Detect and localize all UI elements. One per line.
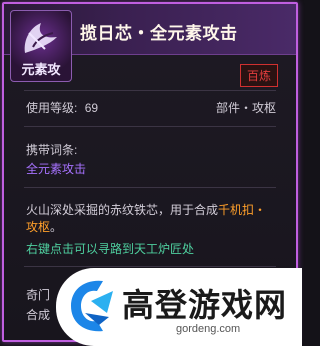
item-emblem: 元素攻 [10,10,72,82]
affix-value: 全元素攻击 [26,162,87,176]
watermark: 高登游戏网 gordeng.com [56,268,302,346]
watermark-logo-icon [71,280,113,332]
divider [24,187,276,188]
item-title: 揽日芯・全元素攻击 [80,24,238,43]
truncated-text-1: 奇门 [26,288,51,302]
emblem-label: 元素攻 [21,62,61,77]
item-description: 火山深处采掘的赤纹铁芯，用于合成千机扣・攻枢。 [26,202,276,236]
watermark-name: 高登游戏网 [122,287,288,323]
truncated-text-2: 合成 [26,308,51,322]
divider [24,266,276,267]
description-suffix: 。 [50,220,63,234]
watermark-url: gordeng.com [176,323,241,335]
level-row: 使用等级: 69 [26,99,98,116]
pathfind-hint: 右键点击可以寻路到天工炉匠处 [26,242,195,256]
level-label: 使用等级: [26,101,78,115]
divider [24,90,276,91]
quality-badge: 百炼 [239,64,278,87]
level-value: 69 [84,101,99,115]
affix-heading: 携带词条: [26,143,78,157]
description-text: 火山深处采掘的赤纹铁芯，用于合成 [26,203,219,217]
crest-icon [24,23,57,53]
item-category: 部件・攻枢 [215,101,276,115]
divider [24,126,276,127]
